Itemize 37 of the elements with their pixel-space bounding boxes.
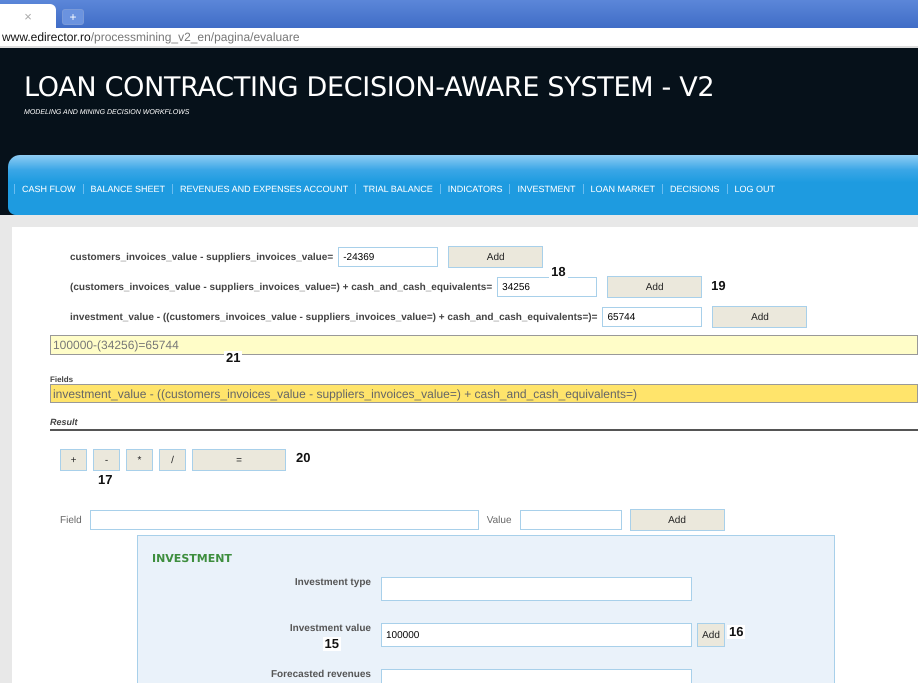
- fields-label: Fields: [50, 375, 74, 384]
- value-field[interactable]: 65744: [602, 307, 702, 327]
- operator-button[interactable]: -: [93, 449, 120, 471]
- add-button[interactable]: Add: [712, 306, 808, 328]
- formula-label: (customers_invoices_value - suppliers_invoices_value=) + cash_and_cash_equivalents=: [70, 282, 492, 292]
- operator-button[interactable]: /: [159, 449, 186, 471]
- annotation-number: 19: [709, 279, 728, 293]
- annotation-number: 18: [549, 265, 568, 279]
- field-label: Investment type: [294, 577, 371, 588]
- add-button[interactable]: Add: [607, 276, 702, 298]
- annotation-number: 16: [727, 625, 746, 639]
- text-field[interactable]: [381, 577, 692, 601]
- annotation-number: 17: [96, 473, 114, 487]
- section-title: INVESTMENT: [152, 552, 233, 565]
- annotation-number: 21: [224, 351, 242, 365]
- value-field[interactable]: -24369: [338, 247, 438, 267]
- add-button[interactable]: Add: [630, 509, 725, 531]
- operator-button[interactable]: *: [126, 449, 153, 471]
- formula-label: investment_value - ((customers_invoices_value - suppliers_invoices_value=) + cash_and_cash_equivalents=)=: [70, 312, 598, 322]
- site-title: LOAN CONTRACTING DECISION-AWARE SYSTEM - V2: [24, 72, 716, 103]
- fields-field[interactable]: investment_value - ((customers_invoices_value - suppliers_invoices_value=) + cash_and_cash_equivalents=): [50, 384, 918, 403]
- field-label: Forecasted revenues: [270, 669, 371, 680]
- add-button[interactable]: Add: [448, 246, 544, 268]
- annotation-number: 20: [294, 451, 312, 465]
- field-input[interactable]: [90, 510, 479, 530]
- value-label: Value: [486, 514, 512, 526]
- value-input[interactable]: [520, 510, 622, 530]
- annotation-number: 15: [322, 637, 341, 651]
- add-button[interactable]: Add: [697, 623, 725, 647]
- field-label: Investment value: [290, 623, 371, 634]
- text-field[interactable]: 100000: [381, 623, 692, 647]
- operator-button[interactable]: +: [60, 449, 87, 471]
- value-field[interactable]: 34256: [497, 277, 598, 297]
- operator-button[interactable]: =: [192, 449, 286, 471]
- result-label: Result: [50, 417, 918, 431]
- formula-label: customers_invoices_value - suppliers_invoices_value=: [70, 252, 334, 262]
- field-label: Field: [60, 514, 82, 526]
